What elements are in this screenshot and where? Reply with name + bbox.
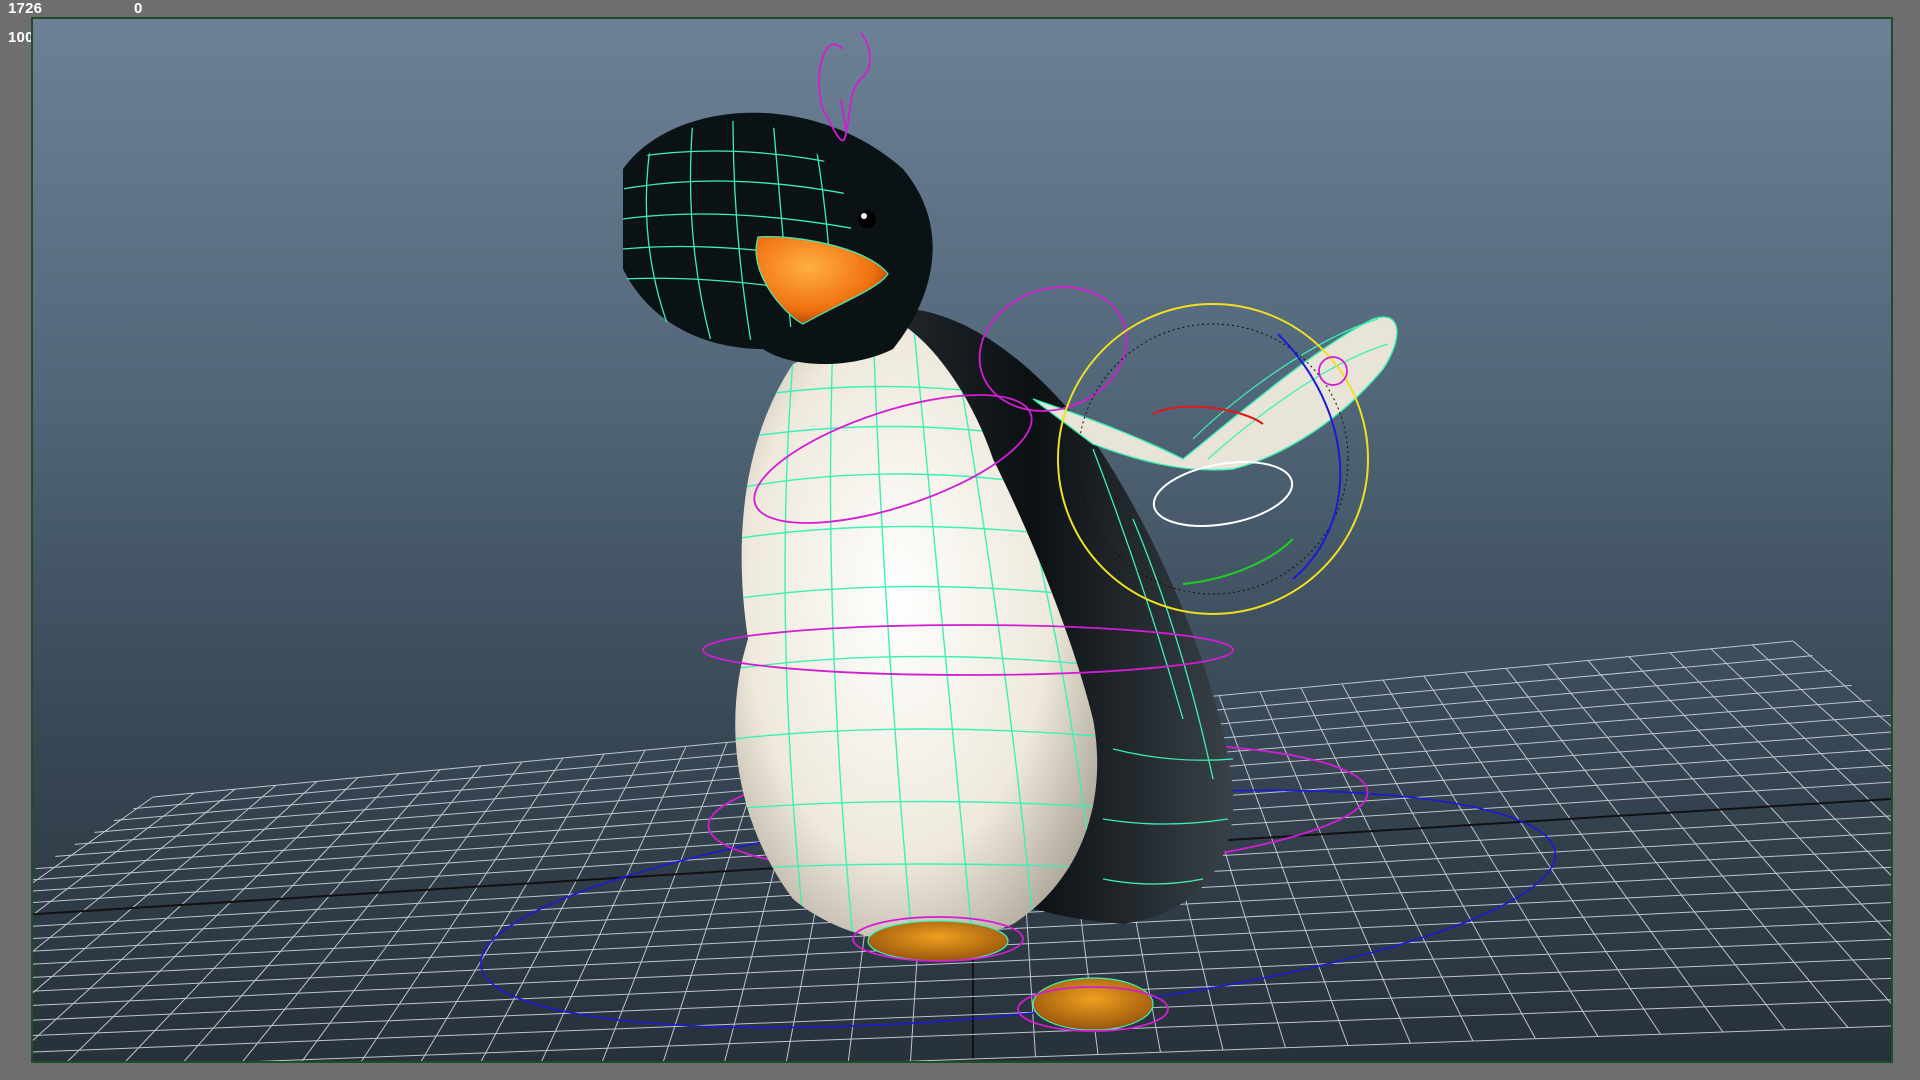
grid-line xyxy=(903,1025,1891,1061)
grid-line xyxy=(33,784,277,994)
hud-value: 1726 xyxy=(8,0,43,17)
grid-line xyxy=(33,781,318,1041)
grid-line xyxy=(1546,664,1849,1028)
grid-line xyxy=(125,773,400,1061)
grid-line xyxy=(1505,667,1786,1031)
hud-value: 0 xyxy=(134,0,143,17)
right-foot[interactable] xyxy=(1032,977,1154,1031)
grid-line xyxy=(361,757,564,1061)
left-foot[interactable] xyxy=(867,920,1009,962)
grid-line xyxy=(1464,671,1724,1033)
grid-line xyxy=(1382,679,1599,1037)
grid-line xyxy=(1341,683,1536,1039)
grid-line xyxy=(1710,648,1891,822)
grid-line xyxy=(601,742,728,1061)
grid-line xyxy=(1423,675,1661,1035)
grid-line xyxy=(1792,640,1891,727)
resolution-gate-frame[interactable] xyxy=(31,17,1893,1063)
eye xyxy=(858,210,876,228)
grid-line xyxy=(183,769,441,1061)
penguin-mesh[interactable] xyxy=(622,112,1398,1031)
eye-highlight xyxy=(861,213,867,219)
3d-scene[interactable] xyxy=(33,19,1891,1061)
grid-line xyxy=(33,788,236,952)
grid-line xyxy=(256,999,1891,1061)
grid-line xyxy=(33,977,1891,1053)
grid-line xyxy=(242,765,482,1061)
grid-line xyxy=(33,796,154,884)
maya-viewport[interactable]: 1726 0 1002 0 xyxy=(0,0,1920,1080)
grid-line xyxy=(33,792,195,916)
